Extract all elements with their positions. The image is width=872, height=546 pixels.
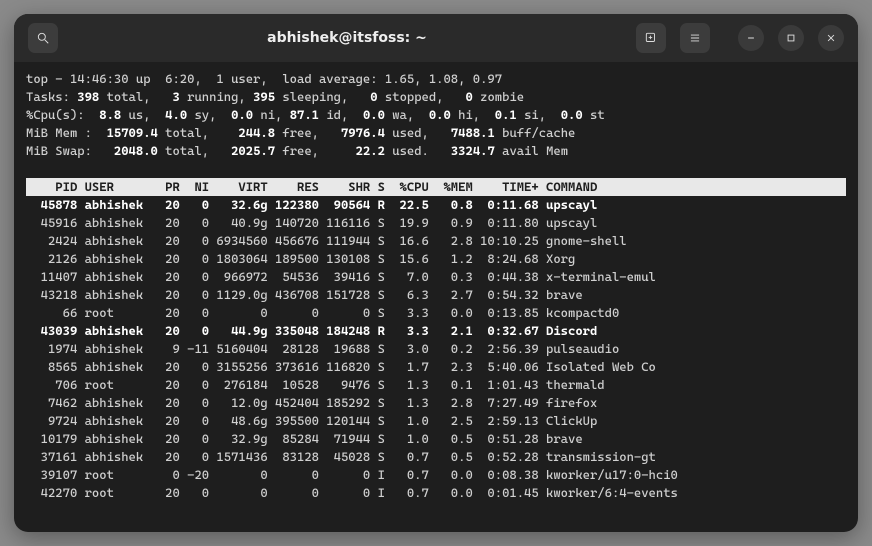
process-table-header: PID USER PR NI VIRT RES SHR S %CPU %MEM … [26, 178, 846, 196]
window-title: abhishek@itsfoss: ~ [62, 30, 632, 46]
maximize-button[interactable] [778, 25, 804, 51]
new-tab-icon [644, 31, 658, 45]
minimize-button[interactable] [738, 25, 764, 51]
process-row: 11407 abhishek 20 0 966972 54536 39416 S… [26, 269, 656, 284]
terminal-output[interactable]: top - 14:46:30 up 6:20, 1 user, load ave… [14, 62, 858, 532]
process-row: 37161 abhishek 20 0 1571436 83128 45028 … [26, 449, 656, 464]
process-row: 2424 abhishek 20 0 6934560 456676 111944… [26, 233, 627, 248]
process-row: 10179 abhishek 20 0 32.9g 85284 71944 S … [26, 431, 583, 446]
search-icon [36, 31, 50, 45]
process-row: 7462 abhishek 20 0 12.0g 452404 185292 S… [26, 395, 597, 410]
process-row: 1974 abhishek 9 -11 5160404 28128 19688 … [26, 341, 619, 356]
minimize-icon [744, 31, 758, 45]
search-button[interactable] [28, 23, 58, 53]
menu-button[interactable] [680, 23, 710, 53]
process-row: 706 root 20 0 276184 10528 9476 S 1.3 0.… [26, 377, 605, 392]
process-row: 8565 abhishek 20 0 3155256 373616 116820… [26, 359, 656, 374]
process-row: 9724 abhishek 20 0 48.6g 395500 120144 S… [26, 413, 597, 428]
process-row: 42270 root 20 0 0 0 0 I 0.7 0.0 0:01.45 … [26, 485, 678, 500]
maximize-icon [784, 31, 798, 45]
titlebar: abhishek@itsfoss: ~ [14, 14, 858, 62]
process-row: 39107 root 0 -20 0 0 0 I 0.7 0.0 0:08.38… [26, 467, 678, 482]
terminal-window: abhishek@itsfoss: ~ top - 14:46:30 up 6:… [14, 14, 858, 532]
process-row: 43039 abhishek 20 0 44.9g 335048 184248 … [26, 323, 597, 338]
new-tab-button[interactable] [636, 23, 666, 53]
process-row: 45878 abhishek 20 0 32.6g 122380 90564 R… [26, 197, 597, 212]
process-row: 2126 abhishek 20 0 1803064 189500 130108… [26, 251, 575, 266]
titlebar-actions [632, 23, 848, 53]
close-button[interactable] [818, 25, 844, 51]
close-icon [824, 31, 838, 45]
process-row: 66 root 20 0 0 0 0 S 3.3 0.0 0:13.85 kco… [26, 305, 619, 320]
process-row: 45916 abhishek 20 0 40.9g 140720 116116 … [26, 215, 597, 230]
process-row: 43218 abhishek 20 0 1129.0g 436708 15172… [26, 287, 583, 302]
hamburger-icon [688, 31, 702, 45]
